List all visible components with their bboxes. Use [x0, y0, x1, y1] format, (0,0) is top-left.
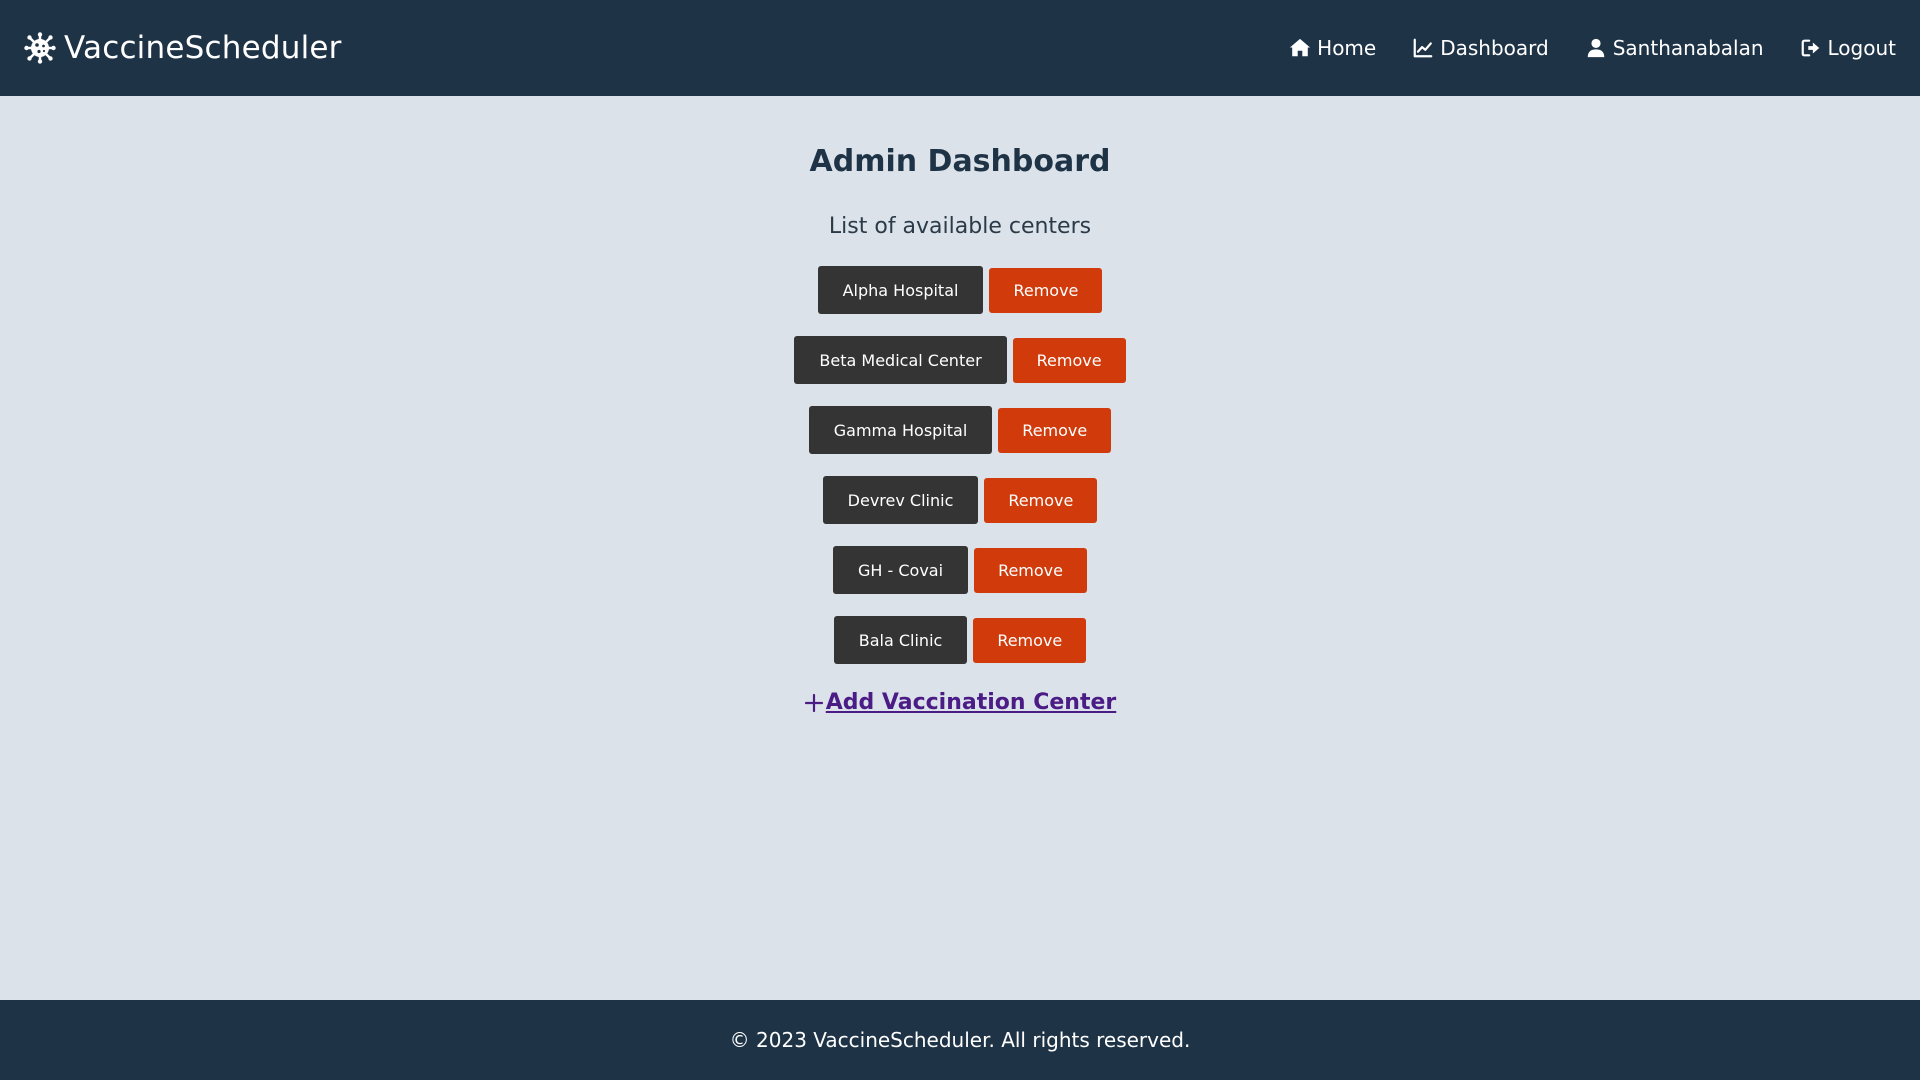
remove-button[interactable]: Remove	[998, 407, 1112, 453]
center-row: Beta Medical Center Remove	[794, 336, 1126, 384]
nav-logout-label: Logout	[1827, 36, 1896, 60]
center-button[interactable]: Bala Clinic	[833, 616, 968, 664]
center-row: GH - Covai Remove	[833, 546, 1087, 594]
remove-button[interactable]: Remove	[974, 547, 1087, 593]
brand[interactable]: VaccineScheduler	[24, 26, 342, 70]
plus-icon	[804, 693, 823, 712]
logout-icon	[1801, 39, 1819, 57]
center-button[interactable]: GH - Covai	[833, 546, 969, 594]
navbar: VaccineScheduler Home Dashboard Santhana…	[0, 0, 1920, 96]
footer: © 2023 VaccineScheduler. All rights rese…	[0, 1000, 1920, 1080]
nav-profile-label: Santhanabalan	[1612, 36, 1764, 60]
add-vaccination-center-link[interactable]: Add Vaccination Center	[0, 690, 1920, 715]
chart-line-icon	[1413, 38, 1433, 58]
add-vaccination-center-label: Add Vaccination Center	[825, 690, 1117, 715]
center-row: Alpha Hospital Remove	[817, 266, 1103, 314]
center-row: Gamma Hospital Remove	[808, 406, 1112, 454]
virus-icon	[24, 32, 56, 64]
center-button[interactable]: Alpha Hospital	[817, 266, 984, 314]
nav-home-label: Home	[1317, 36, 1377, 60]
page-title: Admin Dashboard	[809, 144, 1111, 179]
nav-links: Home Dashboard Santhanabalan Logout	[1289, 30, 1896, 66]
center-row: Devrev Clinic Remove	[822, 476, 1098, 524]
remove-button[interactable]: Remove	[989, 267, 1103, 313]
nav-dashboard-link[interactable]: Dashboard	[1412, 36, 1549, 60]
nav-profile-link[interactable]: Santhanabalan	[1585, 36, 1764, 60]
nav-dashboard-label: Dashboard	[1440, 36, 1549, 60]
remove-button[interactable]: Remove	[984, 477, 1098, 523]
brand-name: VaccineScheduler	[64, 30, 342, 66]
nav-logout-link[interactable]: Logout	[1800, 36, 1896, 60]
home-icon	[1290, 38, 1311, 57]
centers-list: Alpha Hospital Remove Beta Medical Cente…	[0, 266, 1920, 664]
centers-subtitle: List of available centers	[828, 214, 1092, 239]
nav-home-link[interactable]: Home	[1289, 36, 1376, 60]
center-button[interactable]: Beta Medical Center	[794, 336, 1007, 384]
center-row: Bala Clinic Remove	[833, 616, 1087, 664]
remove-button[interactable]: Remove	[973, 617, 1087, 663]
center-button[interactable]: Devrev Clinic	[822, 476, 979, 524]
remove-button[interactable]: Remove	[1012, 337, 1126, 383]
center-button[interactable]: Gamma Hospital	[808, 406, 993, 454]
footer-copyright: © 2023 VaccineScheduler. All rights rese…	[729, 1028, 1191, 1052]
main-content: Admin Dashboard List of available center…	[0, 96, 1920, 1000]
user-icon	[1587, 38, 1604, 58]
